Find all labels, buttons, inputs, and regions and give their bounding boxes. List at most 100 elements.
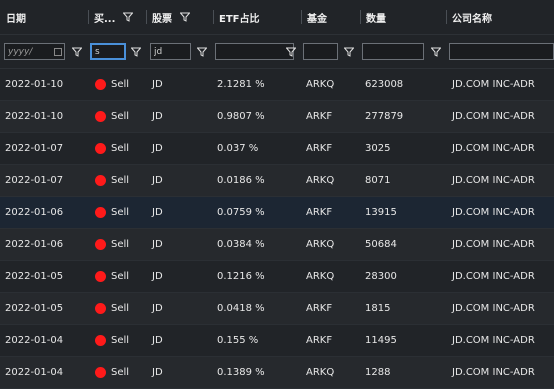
cell-date: 2022-01-07 [5, 165, 63, 196]
cell-etf-pct: 0.0186 % [217, 165, 265, 196]
cell-action-text: Sell [111, 111, 130, 122]
cell-company-text: JD.COM INC-ADR [452, 239, 535, 250]
action-filter-input[interactable] [90, 43, 126, 60]
cell-date: 2022-01-05 [5, 293, 63, 324]
filter-funnel-icon[interactable] [130, 47, 142, 57]
header-date-label: 日期 [6, 13, 26, 25]
table-row[interactable]: 2022-01-04 Sell JD 0.1389 % ARKQ 1288 JD.COM I… [0, 357, 554, 389]
cell-qty: 8071 [365, 165, 390, 196]
cell-date: 2022-01-04 [5, 357, 63, 388]
table-row[interactable]: 2022-01-04 Sell JD 0.155 % ARKF 11495 JD.COM I… [0, 325, 554, 357]
cell-fund-text: ARKQ [306, 271, 335, 282]
cell-action-text: Sell [111, 143, 130, 154]
cell-company-text: JD.COM INC-ADR [452, 335, 535, 346]
cell-qty: 11495 [365, 325, 397, 356]
cell-etf-pct: 0.0759 % [217, 197, 265, 228]
filter-funnel-icon[interactable] [430, 47, 442, 57]
header-company[interactable]: 公司名称 [446, 0, 492, 34]
cell-company: JD.COM INC-ADR [452, 69, 535, 100]
sell-indicator-icon [95, 335, 106, 346]
header-qty[interactable]: 数量 [360, 0, 386, 34]
cell-qty-text: 623008 [365, 79, 404, 90]
table-row[interactable]: 2022-01-05 Sell JD 0.1216 % ARKQ 28300 JD.COM … [0, 261, 554, 293]
filter-funnel-icon[interactable] [123, 12, 134, 22]
grid-body: 2022-01-10 Sell JD 2.1281 % ARKQ 623008 JD.COM… [0, 69, 554, 389]
column-separator[interactable] [213, 10, 214, 24]
cell-fund-text: ARKF [306, 335, 333, 346]
cell-etf-pct-text: 0.0186 % [217, 175, 265, 186]
table-row[interactable]: 2022-01-10 Sell JD 2.1281 % ARKQ 623008 JD.COM… [0, 69, 554, 101]
cell-qty-text: 1815 [365, 303, 391, 314]
table-row[interactable]: 2022-01-07 Sell JD 0.0186 % ARKQ 8071 JD.COM I… [0, 165, 554, 197]
filter-funnel-icon[interactable] [71, 47, 83, 57]
cell-etf-pct-text: 0.037 % [217, 143, 259, 154]
cell-company-text: JD.COM INC-ADR [452, 367, 535, 378]
cell-etf-pct: 0.0418 % [217, 293, 265, 324]
cell-etf-pct: 2.1281 % [217, 69, 265, 100]
cell-fund: ARKF [306, 293, 332, 324]
table-row[interactable]: 2022-01-07 Sell JD 0.037 % ARKF 3025 JD.COM IN… [0, 133, 554, 165]
cell-company-text: JD.COM INC-ADR [452, 143, 535, 154]
column-separator[interactable] [360, 10, 361, 24]
cell-etf-pct-text: 0.0418 % [217, 303, 265, 314]
column-separator[interactable] [146, 10, 147, 24]
sell-indicator-icon [95, 175, 106, 186]
cell-company: JD.COM INC-ADR [452, 197, 535, 228]
cell-ticker-text: JD [152, 79, 163, 90]
table-row[interactable]: 2022-01-05 Sell JD 0.0418 % ARKF 1815 JD.COM I… [0, 293, 554, 325]
filter-funnel-icon[interactable] [343, 47, 355, 57]
cell-company-text: JD.COM INC-ADR [452, 207, 535, 218]
header-date[interactable]: 日期 [6, 0, 26, 34]
fund-filter-input[interactable] [303, 43, 338, 60]
header-fund[interactable]: 基金 [301, 0, 327, 34]
cell-ticker: JD [152, 165, 163, 196]
cell-date: 2022-01-07 [5, 133, 63, 164]
cell-etf-pct-text: 0.1216 % [217, 271, 265, 282]
cell-ticker: JD [152, 325, 163, 356]
header-action-label: 买... [94, 13, 116, 25]
cell-fund: ARKF [306, 325, 332, 356]
ticker-filter-input[interactable] [150, 43, 191, 60]
filter-funnel-icon[interactable] [196, 47, 208, 57]
column-separator[interactable] [446, 10, 447, 24]
cell-fund: ARKQ [306, 357, 334, 388]
cell-fund: ARKQ [306, 165, 334, 196]
column-separator[interactable] [301, 10, 302, 24]
header-ticker[interactable]: 股票 [146, 0, 190, 34]
cell-ticker-text: JD [152, 271, 163, 282]
table-row[interactable]: 2022-01-06 Sell JD 0.0759 % ARKF 13915 JD.COM … [0, 197, 554, 229]
cell-fund: ARKQ [306, 261, 334, 292]
cell-date-text: 2022-01-07 [5, 143, 64, 154]
cell-qty-text: 3025 [365, 143, 391, 154]
calendar-icon[interactable] [54, 48, 62, 56]
cell-ticker: JD [152, 357, 163, 388]
header-action[interactable]: 买... [88, 0, 134, 34]
sell-indicator-icon [95, 79, 106, 90]
filter-funnel-icon[interactable] [285, 47, 297, 57]
table-row[interactable]: 2022-01-06 Sell JD 0.0384 % ARKQ 50684 JD.COM … [0, 229, 554, 261]
cell-ticker-text: JD [152, 175, 163, 186]
cell-company-text: JD.COM INC-ADR [452, 271, 535, 282]
cell-etf-pct-text: 0.0384 % [217, 239, 265, 250]
cell-etf-pct-text: 0.155 % [217, 335, 259, 346]
company-filter-input[interactable] [449, 43, 554, 60]
qty-filter-input[interactable] [362, 43, 424, 60]
cell-qty-text: 1288 [365, 367, 391, 378]
cell-etf-pct: 0.1389 % [217, 357, 265, 388]
cell-etf-pct: 0.0384 % [217, 229, 265, 260]
cell-action-text: Sell [111, 303, 130, 314]
cell-action: Sell [95, 101, 129, 132]
column-separator[interactable] [88, 10, 89, 24]
table-row[interactable]: 2022-01-10 Sell JD 0.9807 % ARKF 277879 JD.COM… [0, 101, 554, 133]
header-etf-pct[interactable]: ETF占比 [213, 0, 259, 34]
cell-qty-text: 11495 [365, 335, 397, 346]
filter-funnel-icon[interactable] [180, 12, 190, 22]
etf-pct-filter-input[interactable] [215, 43, 294, 60]
cell-qty: 623008 [365, 69, 403, 100]
header-fund-label: 基金 [307, 13, 327, 25]
cell-fund-text: ARKF [306, 207, 333, 218]
sell-indicator-icon [95, 239, 106, 250]
cell-ticker: JD [152, 293, 163, 324]
cell-date: 2022-01-06 [5, 229, 63, 260]
cell-fund-text: ARKF [306, 111, 333, 122]
